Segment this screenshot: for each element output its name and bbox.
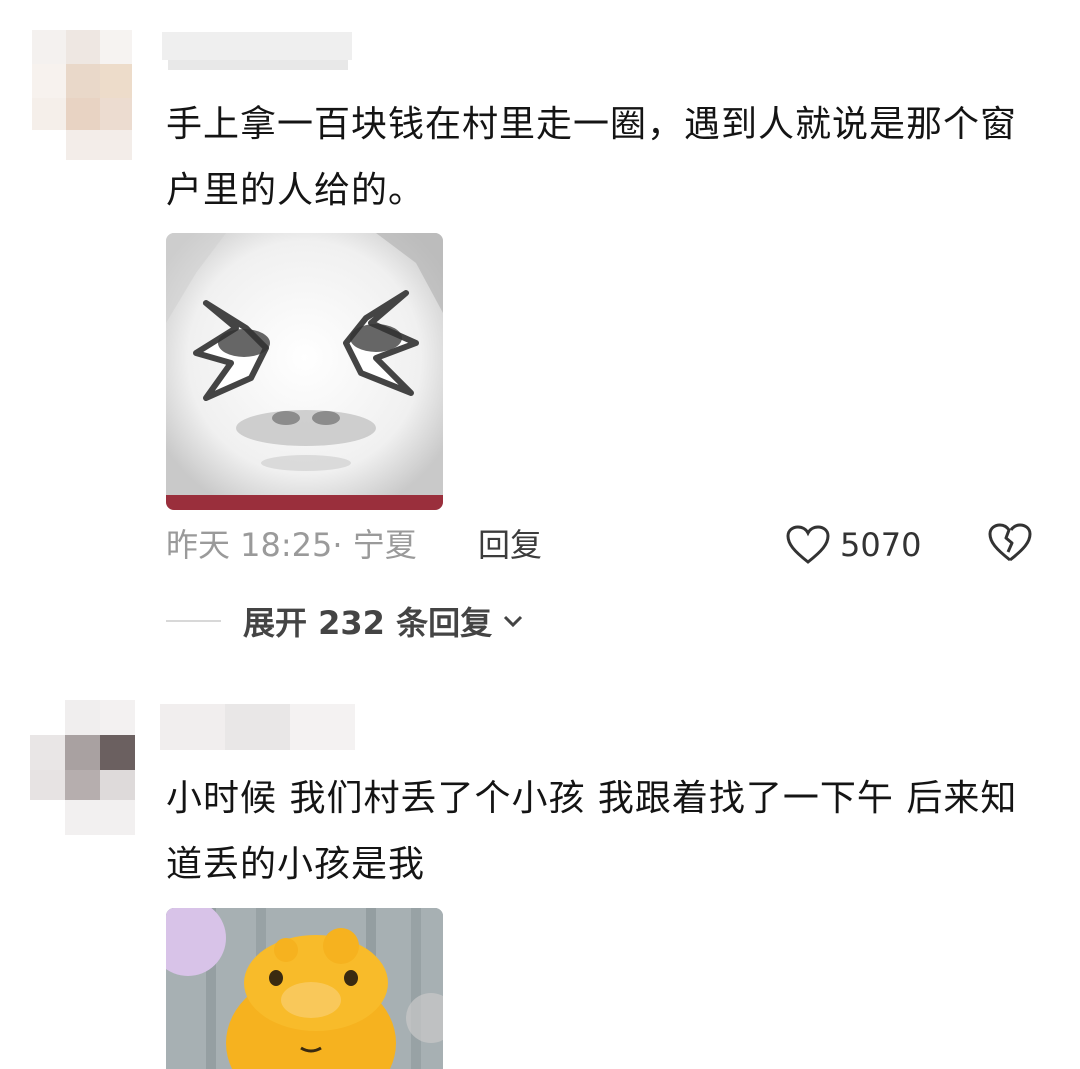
yellow-cartoon-icon [166, 908, 443, 1069]
expand-replies-label: 展开 232 条回复 [243, 604, 493, 642]
avatar[interactable] [32, 30, 132, 160]
heart-outline-icon [786, 525, 830, 564]
divider-line [166, 620, 221, 622]
expand-replies-button[interactable]: 展开 232 条回复 [166, 596, 526, 646]
like-button[interactable]: 5070 [786, 520, 921, 570]
chevron-down-icon [504, 615, 523, 628]
sticker-image[interactable] [166, 908, 443, 1069]
dislike-button[interactable] [988, 522, 1032, 568]
broken-heart-icon [988, 523, 1032, 562]
username-blurred[interactable] [160, 704, 355, 750]
avatar[interactable] [30, 700, 140, 840]
comment-text: 小时候 我们村丢了个小孩 我跟着找了一下午 后来知道丢的小孩是我 [166, 778, 1018, 885]
comment-meta: 昨天 18:25· 宁夏 [166, 526, 417, 564]
reply-button[interactable]: 回复 [478, 520, 542, 570]
sticker-image[interactable] [166, 233, 443, 510]
like-count: 5070 [840, 526, 922, 564]
comment-text: 手上拿一百块钱在村里走一圈，遇到人就说是那个窗户里的人给的。 [166, 104, 1018, 211]
star-eyes-face-icon [166, 233, 443, 510]
username-blurred[interactable] [162, 32, 352, 72]
